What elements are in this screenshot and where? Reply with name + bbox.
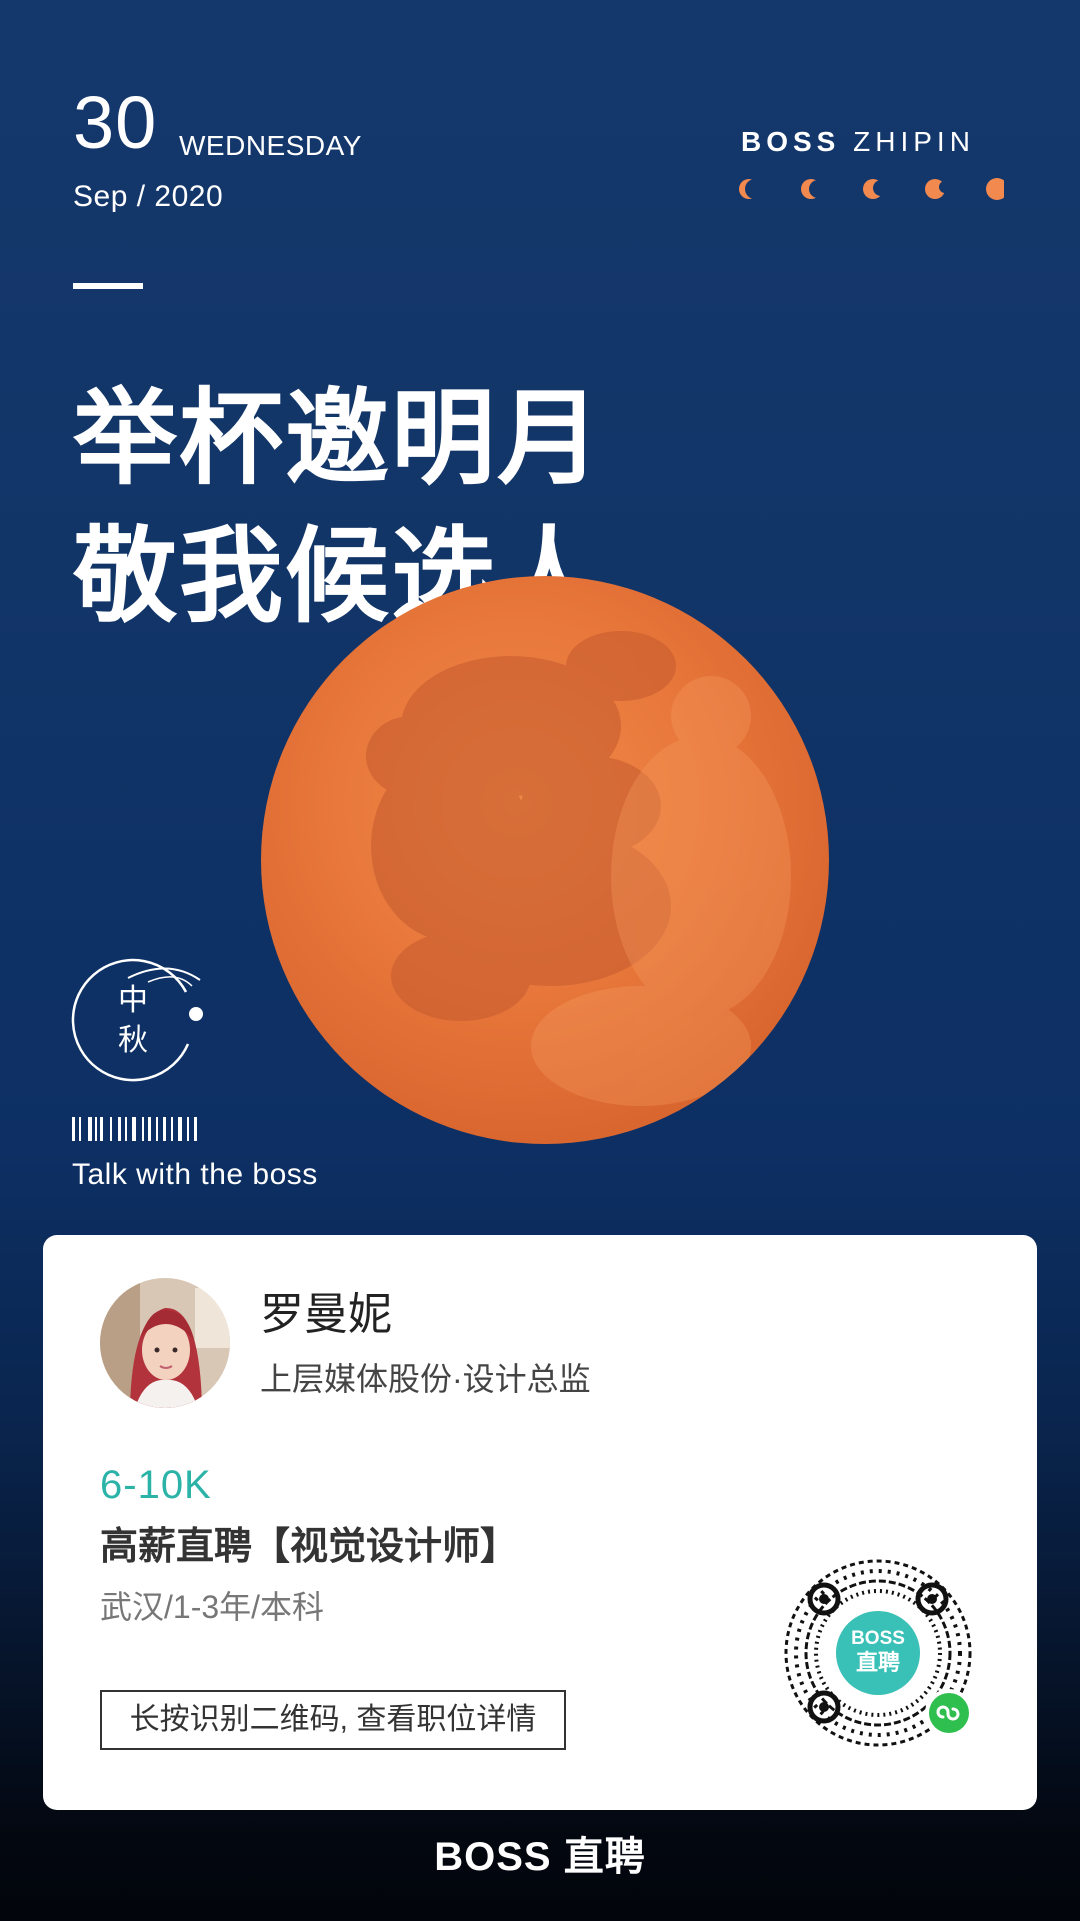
qr-hint-box: 长按识别二维码, 查看职位详情: [100, 1690, 566, 1750]
recruiter-name: 罗曼妮: [260, 1290, 392, 1339]
divider-dash: [73, 283, 143, 289]
brand-logo-part2: ZHIPIN: [853, 126, 975, 157]
job-requirements: 武汉/1-3年/本科: [100, 1589, 325, 1625]
seal-char-2: 秋: [118, 1023, 148, 1058]
barcode-decoration: [72, 1117, 197, 1141]
qr-badge-line-1: BOSS: [851, 1628, 905, 1649]
avatar-portrait: [100, 1278, 230, 1408]
brand-logo-top: BOSS ZHIPIN: [741, 128, 975, 156]
moon-phase-icons: [739, 178, 1004, 200]
mini-program-icon: [929, 1693, 969, 1733]
seal-ring-icon: [71, 958, 203, 1082]
moon-phase-icon: [986, 178, 1004, 200]
moon-phase-icon: [739, 179, 759, 199]
moon-phase-icon: [801, 179, 821, 199]
moon-phase-icon: [925, 179, 945, 199]
qr-badge-line-2: 直聘: [855, 1650, 900, 1675]
seal-char-1: 中: [118, 983, 148, 1018]
date-day: 30: [73, 81, 158, 164]
date-month-year: Sep / 2020: [73, 180, 224, 213]
avatar: [100, 1278, 230, 1408]
moon-phase-icon: [863, 179, 883, 199]
full-moon-image: [261, 576, 829, 1144]
mini-program-glyph: [936, 1705, 960, 1721]
job-title: 高薪直聘【视觉设计师】: [100, 1526, 519, 1568]
qr-brand-badge: BOSS 直聘: [836, 1611, 920, 1695]
brand-logo-part1: BOSS: [741, 126, 841, 157]
job-card: 罗曼妮 上层媒体股份·设计总监 6-10K 高薪直聘【视觉设计师】 武汉/1-3…: [43, 1235, 1037, 1810]
date-weekday: WEDNESDAY: [179, 130, 362, 161]
qr-code[interactable]: BOSS 直聘: [782, 1557, 974, 1749]
recruiter-company-role: 上层媒体股份·设计总监: [260, 1361, 591, 1397]
brand-logo-bottom: BOSS 直聘: [434, 1835, 646, 1879]
mid-autumn-seal: 中 秋: [68, 950, 208, 1090]
headline-line-1: 举杯邀明月: [73, 381, 604, 497]
salary-range: 6-10K: [100, 1463, 212, 1507]
tagline: Talk with the boss: [72, 1158, 318, 1191]
